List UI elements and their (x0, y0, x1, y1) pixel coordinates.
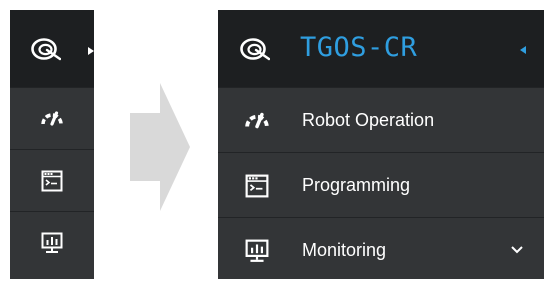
logo-icon (31, 38, 61, 61)
monitor-chart-icon (41, 232, 63, 253)
expand-arrow-graphic (130, 83, 190, 211)
logo-icon (240, 38, 270, 61)
chevron-down-icon[interactable] (511, 246, 523, 254)
expanded-sidebar: TGOS-CR Robot Operation Programming Moni… (218, 10, 544, 279)
sidebar-item-programming-collapsed[interactable] (10, 149, 94, 211)
sidebar-item-label: Monitoring (302, 240, 387, 260)
monitor-chart-icon (245, 239, 269, 262)
sidebar-item-monitoring[interactable]: Monitoring (218, 217, 544, 282)
terminal-window-icon (41, 170, 63, 192)
sidebar-item-robot-operation[interactable]: Robot Operation (218, 87, 544, 152)
app-title: TGOS-CR (300, 32, 418, 63)
gauge-icon (41, 111, 63, 126)
terminal-window-icon (245, 174, 269, 198)
sidebar-item-robot-operation-collapsed[interactable] (10, 87, 94, 149)
gauge-icon (245, 112, 269, 129)
collapsed-sidebar (10, 10, 94, 279)
sidebar-item-label: Programming (302, 175, 411, 195)
expanded-sidebar-header: TGOS-CR (218, 10, 544, 87)
collapsed-sidebar-header (10, 10, 94, 87)
expand-sidebar-icon[interactable] (88, 47, 94, 55)
sidebar-item-monitoring-collapsed[interactable] (10, 211, 94, 273)
sidebar-item-programming[interactable]: Programming (218, 152, 544, 217)
collapse-sidebar-icon[interactable] (520, 46, 526, 54)
sidebar-item-label: Robot Operation (302, 110, 435, 130)
